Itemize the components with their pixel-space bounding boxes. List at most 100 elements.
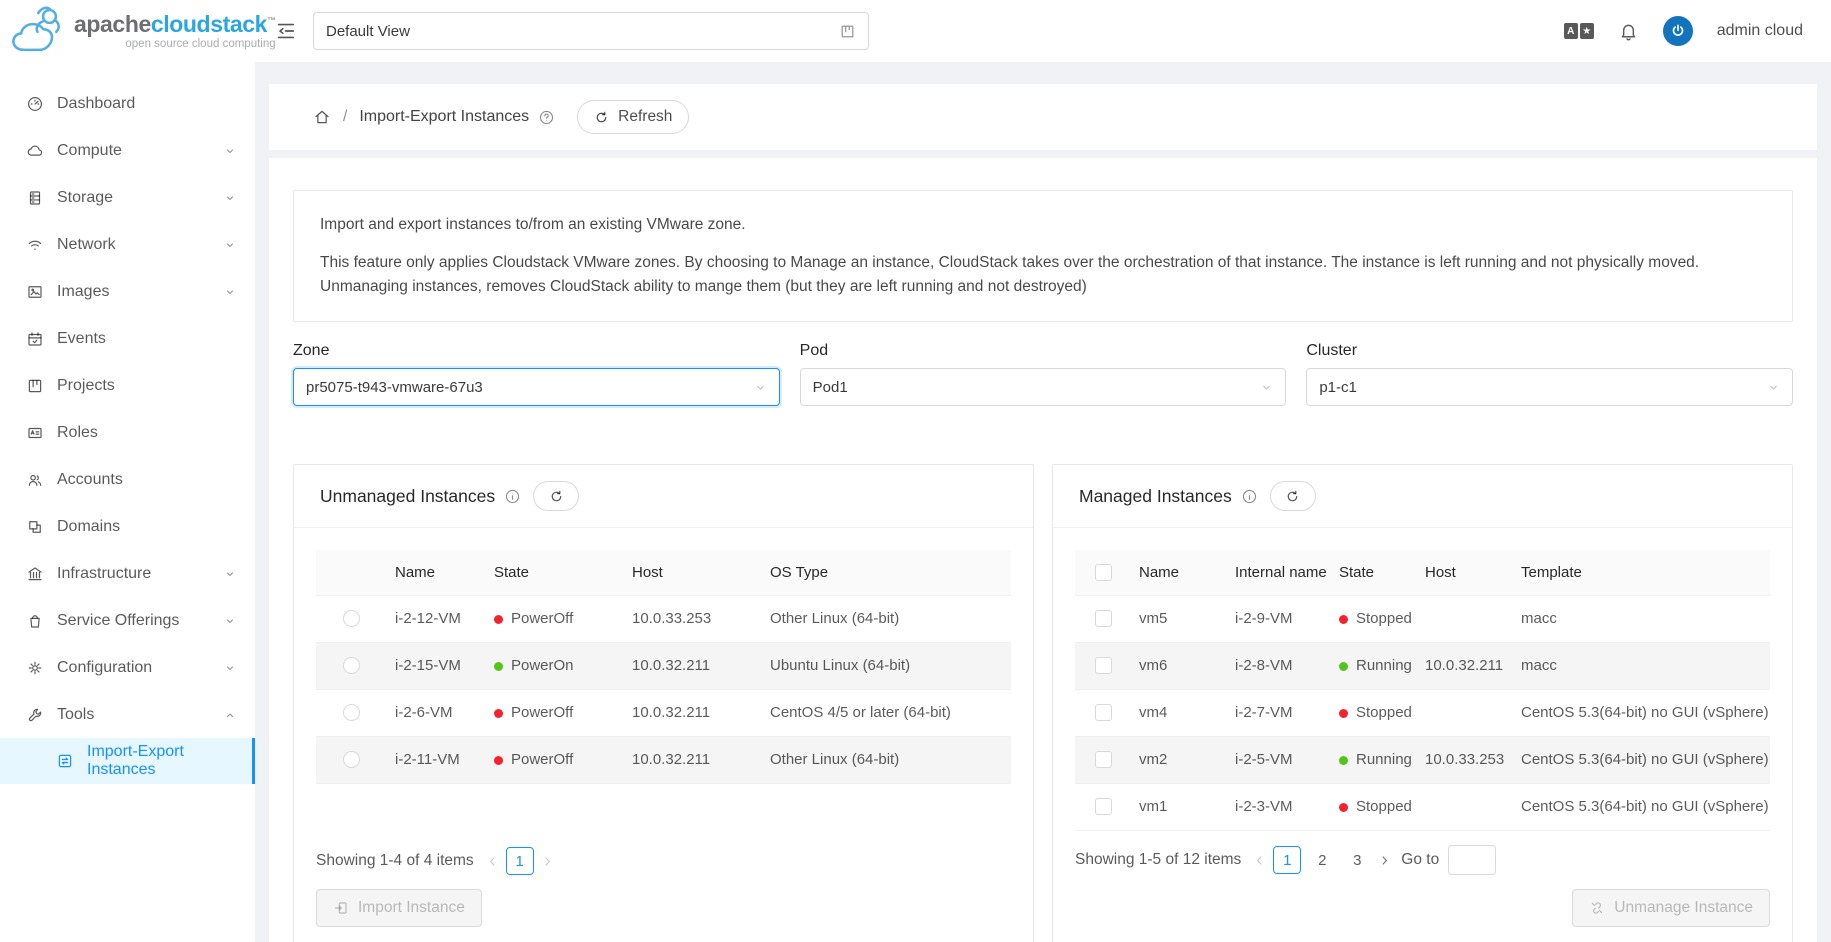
pagination-prev-icon[interactable] (1253, 854, 1266, 867)
unmanaged-refresh-button[interactable] (533, 481, 579, 511)
row-radio[interactable] (343, 610, 360, 627)
unmanaged-instances-table: NameStateHostOS Type i-2-12-VMPowerOff10… (316, 550, 1011, 784)
row-checkbox[interactable] (1095, 657, 1112, 674)
row-checkbox[interactable] (1095, 610, 1112, 627)
cell-template: CentOS 5.3(64-bit) no GUI (vSphere) (1513, 736, 1770, 783)
help-question-icon[interactable] (538, 109, 555, 126)
sidebar-item-roles[interactable]: Roles (0, 409, 255, 456)
view-selector[interactable]: Default View (313, 12, 869, 50)
chevron-down-icon (224, 286, 236, 298)
cell-state: PowerOff (486, 595, 624, 642)
sidebar-item-label: Storage (57, 189, 113, 207)
intro-line-1: Import and export instances to/from an e… (320, 213, 1766, 237)
sidebar-item-domains[interactable]: Domains (0, 503, 255, 550)
row-checkbox[interactable] (1095, 751, 1112, 768)
cell-state: PowerOn (486, 642, 624, 689)
row-checkbox[interactable] (1095, 798, 1112, 815)
refresh-button[interactable]: Refresh (577, 100, 689, 134)
row-radio[interactable] (343, 704, 360, 721)
tools-icon (26, 706, 44, 724)
sidebar-item-storage[interactable]: Storage (0, 174, 255, 221)
selector-header-cell (316, 550, 387, 595)
sidebar-item-accounts[interactable]: Accounts (0, 456, 255, 503)
info-icon[interactable] (1241, 488, 1258, 505)
user-avatar[interactable] (1663, 16, 1693, 46)
sidebar-item-compute[interactable]: Compute (0, 127, 255, 174)
unmanage-instance-label: Unmanage Instance (1614, 899, 1753, 917)
sidebar-item-events[interactable]: Events (0, 315, 255, 362)
chevron-down-icon (224, 145, 236, 157)
pagination-next-icon[interactable] (1378, 854, 1391, 867)
sidebar-item-dashboard[interactable]: Dashboard (0, 80, 255, 127)
page-goto-input[interactable] (1448, 845, 1496, 875)
managed-items-summary: Showing 1-5 of 12 items (1075, 851, 1241, 869)
sidebar-item-network[interactable]: Network (0, 221, 255, 268)
row-radio[interactable] (343, 657, 360, 674)
sidebar-item-label: Dashboard (57, 95, 135, 113)
pagination-next-icon[interactable] (541, 855, 554, 868)
row-radio[interactable] (343, 751, 360, 768)
sidebar-item-service-offerings[interactable]: Service Offerings (0, 597, 255, 644)
chevron-down-icon (754, 381, 767, 394)
notifications-bell-icon[interactable] (1618, 21, 1639, 42)
breadcrumb: / Import-Export Instances Refresh (269, 84, 1817, 150)
pagination-page-3[interactable]: 3 (1343, 846, 1371, 874)
cluster-select[interactable]: p1-c1 (1306, 368, 1793, 406)
import-instance-button[interactable]: Import Instance (316, 889, 482, 927)
selector-cell (316, 689, 387, 736)
sidebar-item-tools[interactable]: Tools (0, 691, 255, 738)
state-dot (1339, 662, 1348, 671)
managed-instances-panel: Managed Instances (1052, 464, 1793, 942)
selector-cell (1075, 783, 1131, 830)
logo[interactable]: apachecloudstack™ open source cloud comp… (0, 0, 255, 62)
zone-select[interactable]: pr5075-t943-vmware-67u3 (293, 368, 780, 406)
table-row: vm5i-2-9-VMStoppedmacc (1075, 595, 1770, 642)
infrastructure-icon (26, 565, 44, 583)
home-icon[interactable] (313, 108, 331, 126)
import-instance-label: Import Instance (358, 899, 465, 917)
accounts-icon (26, 471, 44, 489)
info-icon[interactable] (504, 488, 521, 505)
unmanage-instance-button[interactable]: Unmanage Instance (1572, 889, 1770, 927)
sidebar-item-infrastructure[interactable]: Infrastructure (0, 550, 255, 597)
state-dot (494, 615, 503, 624)
managed-refresh-button[interactable] (1270, 481, 1316, 511)
managed-panel-title: Managed Instances (1079, 486, 1232, 507)
state-dot (494, 709, 503, 718)
pagination-page-1[interactable]: 1 (506, 847, 534, 875)
pagination-page-1[interactable]: 1 (1273, 846, 1301, 874)
selector-cell (1075, 736, 1131, 783)
sidebar-collapse-icon[interactable] (275, 20, 297, 42)
sidebar-item-label: Configuration (57, 659, 152, 677)
cell-state: Running (1331, 642, 1417, 689)
row-checkbox[interactable] (1095, 704, 1112, 721)
column-header-host: Host (624, 550, 762, 595)
cell-internal-name: i-2-3-VM (1227, 783, 1331, 830)
reload-icon (549, 489, 564, 504)
sidebar-item-label: Images (57, 283, 109, 301)
brand-tagline: open source cloud computing (74, 38, 276, 50)
user-name[interactable]: admin cloud (1717, 22, 1803, 40)
translate-icon[interactable]: A★ (1564, 23, 1594, 39)
state-label: Stopped (1356, 798, 1412, 815)
breadcrumb-separator: / (343, 108, 347, 126)
column-header-state: State (1331, 550, 1417, 595)
sidebar-item-import-export-instances[interactable]: Import-Export Instances (0, 738, 255, 784)
main-content: / Import-Export Instances Refresh Import… (255, 62, 1831, 942)
sidebar-item-images[interactable]: Images (0, 268, 255, 315)
sidebar-item-label: Import-Export Instances (87, 743, 236, 779)
pagination-page-2[interactable]: 2 (1308, 846, 1336, 874)
pod-select[interactable]: Pod1 (800, 368, 1287, 406)
cell-host (1417, 595, 1513, 642)
table-row: vm6i-2-8-VMRunning10.0.32.211macc (1075, 642, 1770, 689)
state-dot (1339, 756, 1348, 765)
sidebar-item-projects[interactable]: Projects (0, 362, 255, 409)
pagination-prev-icon[interactable] (486, 855, 499, 868)
sidebar: Dashboard Compute Storage Network Images Even… (0, 62, 255, 942)
cell-host: 10.0.32.211 (624, 736, 762, 783)
cell-name: i-2-15-VM (387, 642, 486, 689)
sidebar-item-configuration[interactable]: Configuration (0, 644, 255, 691)
cell-host: 10.0.33.253 (1417, 736, 1513, 783)
dashboard-icon (26, 95, 44, 113)
select-all-checkbox[interactable] (1095, 564, 1112, 581)
